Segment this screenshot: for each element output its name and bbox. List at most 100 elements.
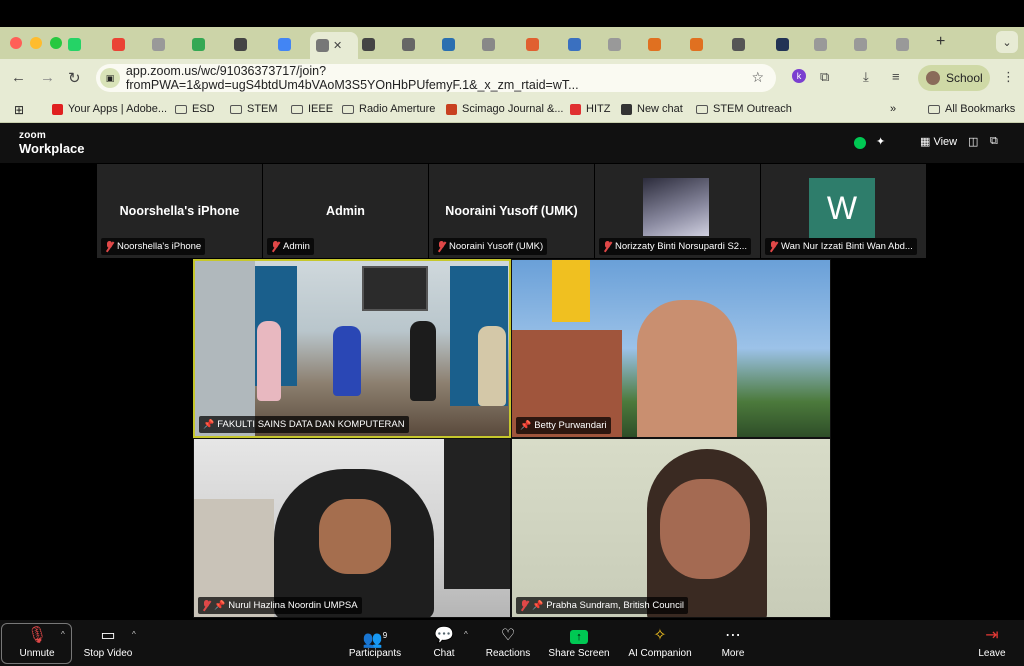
participant-name: FAKULTI SAINS DATA DAN KOMPUTERAN [217,419,405,430]
bookmark-item[interactable]: New chat [621,103,683,115]
bookmark-item[interactable]: IEEE [291,103,333,115]
more-dots-icon: ⋯ [725,627,741,644]
bookmark-item[interactable]: HITZ [570,103,610,115]
chat-button[interactable]: 💬 Chat [428,626,460,659]
participant-label: Nooraini Yusoff (UMK) [433,238,548,255]
browser-tab[interactable] [890,32,928,56]
browser-tab[interactable] [356,32,394,56]
tab-search-button[interactable]: ⌄ [996,31,1018,53]
browser-tab[interactable] [770,32,808,56]
ai-sparkle-icon[interactable]: ✦ [876,135,885,148]
folder-icon [696,104,708,114]
browser-tab[interactable] [602,32,640,56]
bookmark-item[interactable]: Scimago Journal &... [446,103,564,115]
extension-k-icon[interactable]: k [792,69,806,83]
browser-tab[interactable]: ✕ [310,32,358,59]
browser-tab[interactable] [808,32,846,56]
browser-tab[interactable] [476,32,514,56]
reactions-button[interactable]: ♡ Reactions [482,626,534,659]
apps-grid-icon[interactable]: ⊞ [14,103,24,117]
participant-name: Nurul Hazlina Noordin UMPSA [228,600,358,611]
sjr-icon [446,103,457,115]
browser-tab[interactable] [186,32,224,56]
reload-button[interactable]: ↻ [68,69,81,87]
bookmark-star-icon[interactable]: ☆ [751,69,764,86]
muted-mic-icon [437,241,446,252]
bookmark-item[interactable]: STEM Outreach [696,103,792,115]
bookmark-item[interactable]: ESD [175,103,215,115]
participant-tile[interactable]: Nooraini Yusoff (UMK) Nooraini Yusoff (UM… [429,164,594,258]
browser-tab[interactable] [562,32,600,56]
download-icon[interactable]: ⤓ [863,69,869,85]
new-tab-button[interactable]: + [936,33,945,51]
browser-tab[interactable] [848,32,886,56]
participant-name: Nooraini Yusoff (UMK) [449,241,544,252]
media-controls-icon[interactable]: ≡ [892,69,900,84]
browser-tab[interactable] [146,32,184,56]
profile-picture [643,178,709,236]
minimize-meeting-icon[interactable]: ◫ [968,135,978,148]
more-button[interactable]: ⋯ More [715,626,751,659]
calendar-icon [278,37,291,51]
participants-button[interactable]: 👥9 Participants [345,626,405,659]
browser-tab[interactable] [106,32,144,56]
fullscreen-icon[interactable]: ⧉ [990,135,998,148]
video-options-chevron-icon[interactable]: ^ [132,630,136,639]
maximize-window-button[interactable] [50,37,62,49]
participant-tile[interactable]: Norizzaty Binti Norsupardi S2... [595,164,760,258]
bookmark-label: HITZ [586,103,611,115]
view-button[interactable]: ▦ View [920,135,957,148]
browser-tab[interactable] [62,32,100,56]
folder-icon [291,104,303,114]
leave-label: Leave [978,648,1006,659]
browser-tab[interactable] [436,32,474,56]
elsevier-icon [690,37,703,51]
address-bar[interactable]: ▣ app.zoom.us/wc/91036373717/join?fromPW… [96,64,776,92]
all-bookmarks[interactable]: All Bookmarks [928,103,1015,115]
more-bookmarks-icon[interactable]: » [890,103,896,115]
video-tile-betty[interactable]: 📌 Betty Purwandari [511,259,831,438]
site-info-icon[interactable]: ▣ [100,68,120,88]
browser-tab[interactable] [396,32,434,56]
participant-display-name: Admin [326,204,365,218]
close-tab-icon[interactable]: ✕ [333,39,342,52]
extensions-puzzle-icon[interactable]: ⧉ [820,69,829,85]
browser-tab[interactable] [726,32,764,56]
profile-button[interactable]: School [918,65,990,91]
video-tile-nurul[interactable]: 📌 Nurul Hazlina Noordin UMPSA [193,438,511,618]
bookmark-item[interactable]: STEM [230,103,278,115]
browser-tab[interactable] [642,32,680,56]
close-window-button[interactable] [10,37,22,49]
forward-button[interactable]: → [40,69,55,86]
folder-icon [928,104,940,114]
minimize-window-button[interactable] [30,37,42,49]
leave-button[interactable]: ⇥ Leave [974,626,1010,659]
share-screen-button[interactable]: ↑ Share Screen [546,626,612,659]
security-shield-icon[interactable] [854,137,866,149]
bookmark-item[interactable]: Your Apps | Adobe... [52,103,167,115]
participant-tile[interactable]: W Wan Nur Izzati Binti Wan Abd... [761,164,926,258]
browser-tab[interactable] [228,32,266,56]
participant-label: Wan Nur Izzati Binti Wan Abd... [765,238,917,255]
person-face [660,479,750,579]
bookmark-item[interactable]: Radio Amerture [342,103,435,115]
participant-name: Wan Nur Izzati Binti Wan Abd... [781,241,913,252]
video-tile-prabha[interactable]: 📌 Prabha Sundram, British Council [511,438,831,618]
browser-tab[interactable] [272,32,310,56]
browser-tab[interactable] [520,32,558,56]
participant-tile[interactable]: Noorshella's iPhone Noorshella's iPhone [97,164,262,258]
back-button[interactable]: ← [11,69,26,86]
browser-tab[interactable] [684,32,722,56]
video-tile-fakulti[interactable]: 📌 FAKULTI SAINS DATA DAN KOMPUTERAN [193,259,511,438]
gear-icon [442,37,455,51]
ai-companion-button[interactable]: ✧ AI Companion [624,626,696,659]
stop-video-button[interactable]: ▭ Stop Video [80,626,136,659]
audio-options-chevron-icon[interactable]: ^ [61,630,65,639]
browser-menu-icon[interactable]: ⋮ [1002,69,1015,85]
doc-icon [482,37,495,51]
chat-options-chevron-icon[interactable]: ^ [464,630,468,639]
bookmark-label: ESD [192,103,215,115]
camera-icon: ▭ [100,627,116,644]
participant-tile[interactable]: Admin Admin [263,164,428,258]
zoom-logo-text: zoom [19,130,46,141]
